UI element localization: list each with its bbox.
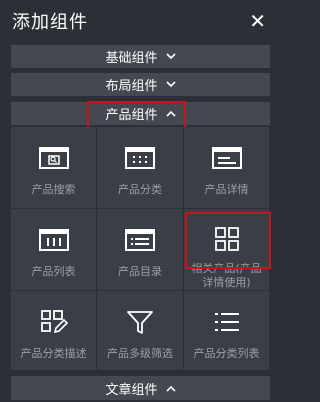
widget-product-category[interactable]: 产品分类: [97, 127, 184, 209]
product-search-icon: [38, 143, 69, 173]
dialog-header: 添加组件 ✕: [0, 0, 280, 42]
widget-label: 产品多级筛选: [107, 347, 173, 360]
category-list-icon: [213, 307, 241, 337]
widget-label: 产品分类列表: [193, 347, 260, 360]
chevron-down-icon: [165, 81, 176, 88]
category-description-icon: [40, 307, 68, 337]
widget-label: 产品目录: [118, 265, 162, 278]
widget-grid: 产品搜索 产品分类 产品详情 产品列表 产品目录 相关产品(产品详情使用) 产品…: [11, 127, 270, 371]
product-category-icon: [125, 143, 155, 173]
widget-label: 产品分类: [118, 183, 162, 196]
section-label: 文章组件: [105, 382, 158, 398]
section-label: 产品组件: [105, 108, 158, 123]
section-article-components[interactable]: 文章组件: [11, 376, 270, 400]
widget-multilevel-filter[interactable]: 产品多级筛选: [97, 291, 184, 371]
widget-related-products[interactable]: 相关产品(产品详情使用): [184, 209, 270, 291]
product-list-icon: [38, 225, 69, 255]
widget-product-detail[interactable]: 产品详情: [184, 127, 270, 209]
widget-product-list[interactable]: 产品列表: [11, 209, 97, 291]
widget-label: 相关产品(产品详情使用): [191, 262, 262, 289]
dialog-title: 添加组件: [12, 12, 88, 33]
chevron-up-icon: [165, 110, 176, 117]
close-icon[interactable]: ✕: [249, 11, 266, 31]
widget-label: 产品分类描述: [20, 347, 87, 360]
section-layout-components[interactable]: 布局组件: [11, 73, 270, 96]
widget-product-catalog[interactable]: 产品目录: [97, 209, 184, 291]
widget-label: 产品搜索: [31, 183, 76, 196]
widget-category-list[interactable]: 产品分类列表: [184, 291, 270, 371]
product-catalog-icon: [125, 225, 155, 255]
widget-category-description[interactable]: 产品分类描述: [11, 291, 97, 371]
chevron-down-icon: [165, 53, 176, 60]
widget-label: 产品详情: [204, 183, 249, 196]
product-detail-icon: [211, 143, 242, 173]
section-basic-components[interactable]: 基础组件: [11, 45, 270, 68]
section-product-components[interactable]: 产品组件: [11, 102, 270, 125]
widget-product-search[interactable]: 产品搜索: [11, 127, 97, 209]
filter-funnel-icon: [126, 307, 154, 337]
widget-label: 产品列表: [31, 265, 76, 278]
section-label: 基础组件: [105, 51, 158, 66]
chevron-up-icon: [165, 385, 176, 392]
section-label: 布局组件: [105, 79, 158, 94]
related-products-grid-icon: [214, 225, 240, 252]
